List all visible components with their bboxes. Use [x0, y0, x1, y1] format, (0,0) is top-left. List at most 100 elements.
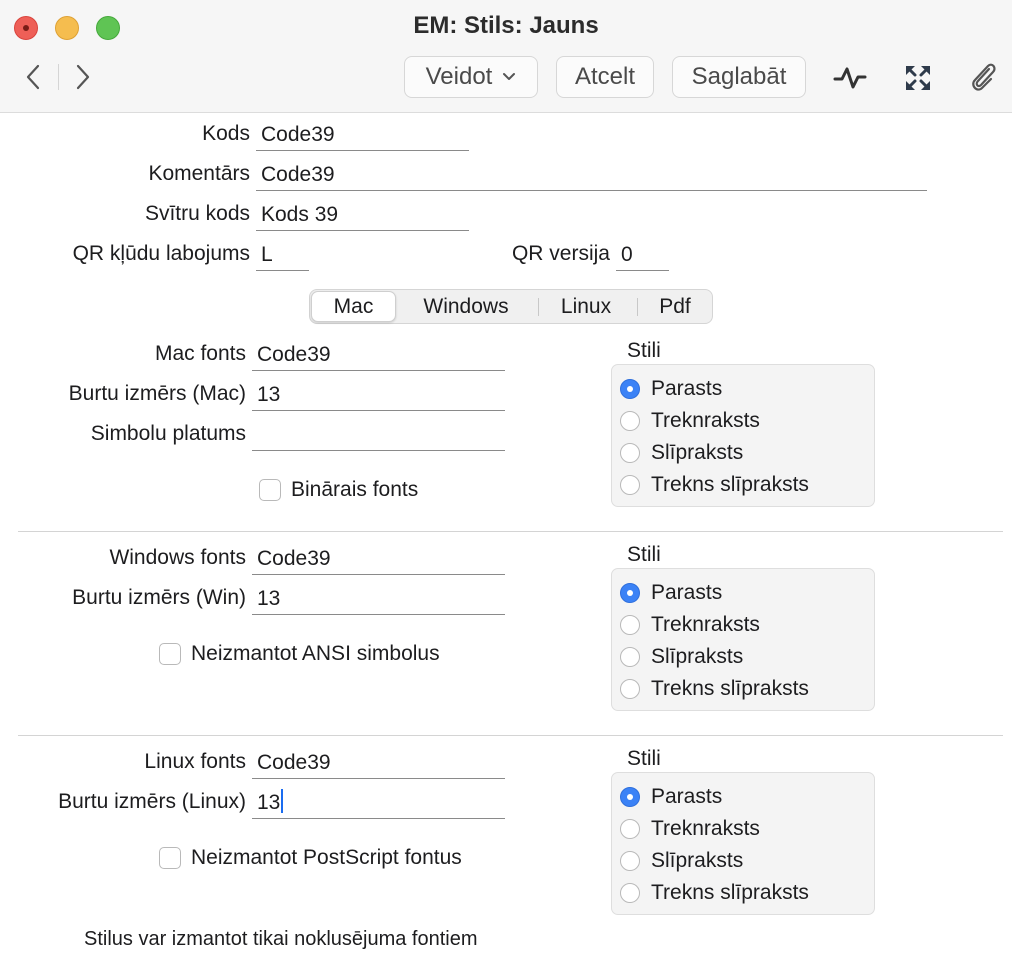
chevron-right-icon	[76, 64, 90, 90]
linux-style-option[interactable]: Parasts	[620, 783, 722, 811]
mac-font-field[interactable]: Code39	[252, 341, 505, 371]
radio-unselected[interactable]	[620, 443, 640, 463]
text-caret	[281, 789, 284, 813]
platform-tabs: Mac Windows Linux Pdf	[309, 289, 713, 324]
linux-font-label: Linux fonts	[144, 750, 246, 773]
radio-selected[interactable]	[620, 583, 640, 603]
windows-font-field[interactable]: Code39	[252, 545, 505, 575]
binary-font-checkbox[interactable]	[259, 479, 281, 501]
ansi-checkbox[interactable]	[159, 643, 181, 665]
qr-error-label: QR kļūdu labojums	[72, 242, 250, 265]
mac-styles-group: Parasts Treknraksts Slīpraksts Trekns sl…	[611, 364, 875, 507]
linux-styles-group: Parasts Treknraksts Slīpraksts Trekns sl…	[611, 772, 875, 915]
windows-style-option[interactable]: Slīpraksts	[620, 643, 743, 671]
linux-font-field[interactable]: Code39	[252, 749, 505, 779]
create-menu-button[interactable]: Veidot	[404, 56, 538, 98]
style-label: Slīpraksts	[651, 645, 744, 668]
style-label: Trekns slīpraksts	[651, 473, 809, 496]
ansi-label: Neizmantot ANSI simbolus	[191, 642, 440, 665]
radio-unselected[interactable]	[620, 851, 640, 871]
radio-unselected[interactable]	[620, 819, 640, 839]
save-label: Saglabāt	[691, 63, 787, 90]
comment-field[interactable]: Code39	[256, 161, 927, 191]
tab-mac[interactable]: Mac	[311, 291, 396, 322]
radio-unselected[interactable]	[620, 475, 640, 495]
postscript-checkbox-row[interactable]: Neizmantot PostScript fontus	[159, 846, 462, 870]
chevron-down-icon	[503, 73, 516, 80]
forward-button[interactable]	[68, 62, 98, 92]
windows-size-field[interactable]: 13	[252, 585, 505, 615]
tab-windows[interactable]: Windows	[400, 290, 532, 323]
barcode-label: Svītru kods	[144, 202, 250, 225]
mac-style-option[interactable]: Treknraksts	[620, 407, 760, 435]
code-field[interactable]: Code39	[256, 121, 469, 151]
qr-version-field[interactable]: 0	[616, 241, 669, 271]
nav-separator	[58, 64, 59, 90]
ansi-checkbox-row[interactable]: Neizmantot ANSI simbolus	[159, 642, 440, 666]
binary-font-checkbox-row[interactable]: Binārais fonts	[259, 478, 418, 502]
create-label: Veidot	[425, 63, 493, 90]
mac-width-label: Simbolu platums	[90, 422, 246, 445]
mac-style-option[interactable]: Trekns slīpraksts	[620, 471, 809, 499]
mac-style-option[interactable]: Parasts	[620, 375, 722, 403]
style-label: Parasts	[651, 785, 723, 808]
style-label: Parasts	[651, 377, 723, 400]
linux-style-option[interactable]: Slīpraksts	[620, 847, 743, 875]
windows-styles-group: Parasts Treknraksts Slīpraksts Trekns sl…	[611, 568, 875, 711]
radio-unselected[interactable]	[620, 615, 640, 635]
footnote-text: Stilus var izmantot tikai noklusējuma fo…	[84, 928, 478, 950]
postscript-checkbox[interactable]	[159, 847, 181, 869]
mac-size-label: Burtu izmērs (Mac)	[68, 382, 246, 405]
style-label: Treknraksts	[651, 817, 760, 840]
code-label: Kods	[202, 122, 250, 145]
windows-style-option[interactable]: Parasts	[620, 579, 722, 607]
qr-error-field[interactable]: L	[256, 241, 309, 271]
radio-selected[interactable]	[620, 379, 640, 399]
linux-size-label: Burtu izmērs (Linux)	[58, 790, 246, 813]
mac-width-field[interactable]	[252, 421, 505, 451]
barcode-field[interactable]: Kods 39	[256, 201, 469, 231]
style-label: Slīpraksts	[651, 849, 744, 872]
radio-selected[interactable]	[620, 787, 640, 807]
mac-styles-title: Stili	[627, 339, 661, 362]
mac-style-option[interactable]: Slīpraksts	[620, 439, 743, 467]
save-button[interactable]: Saglabāt	[672, 56, 806, 98]
linux-style-option[interactable]: Trekns slīpraksts	[620, 879, 809, 907]
tab-pdf[interactable]: Pdf	[638, 290, 712, 323]
style-label: Trekns slīpraksts	[651, 881, 809, 904]
windows-font-label: Windows fonts	[109, 546, 246, 569]
linux-size-field[interactable]: 13	[252, 789, 505, 819]
activity-button[interactable]	[830, 58, 870, 98]
paperclip-icon	[972, 63, 996, 91]
window-title: EM: Stils: Jauns	[413, 12, 599, 39]
tab-linux[interactable]: Linux	[540, 290, 632, 323]
binary-font-label: Binārais fonts	[291, 478, 419, 501]
expand-button[interactable]	[898, 58, 938, 98]
section-divider	[18, 735, 1003, 736]
cancel-button[interactable]: Atcelt	[556, 56, 654, 98]
style-label: Slīpraksts	[651, 441, 744, 464]
radio-unselected[interactable]	[620, 411, 640, 431]
tab-divider	[538, 298, 539, 316]
radio-unselected[interactable]	[620, 883, 640, 903]
expand-icon	[906, 66, 930, 90]
attachment-button[interactable]	[964, 58, 1004, 98]
windows-style-option[interactable]: Trekns slīpraksts	[620, 675, 809, 703]
windows-style-option[interactable]: Treknraksts	[620, 611, 760, 639]
comment-label: Komentārs	[148, 162, 250, 185]
radio-unselected[interactable]	[620, 647, 640, 667]
style-label: Parasts	[651, 581, 723, 604]
style-label: Treknraksts	[651, 613, 760, 636]
linux-styles-title: Stili	[627, 747, 661, 770]
windows-size-label: Burtu izmērs (Win)	[72, 586, 246, 609]
radio-unselected[interactable]	[620, 679, 640, 699]
qr-version-label: QR versija	[511, 242, 610, 265]
cancel-label: Atcelt	[574, 63, 636, 90]
linux-size-value: 13	[257, 791, 281, 814]
back-button[interactable]	[18, 62, 48, 92]
mac-size-field[interactable]: 13	[252, 381, 505, 411]
style-label: Trekns slīpraksts	[651, 677, 809, 700]
postscript-label: Neizmantot PostScript fontus	[191, 846, 462, 869]
linux-style-option[interactable]: Treknraksts	[620, 815, 760, 843]
activity-icon	[833, 67, 867, 89]
